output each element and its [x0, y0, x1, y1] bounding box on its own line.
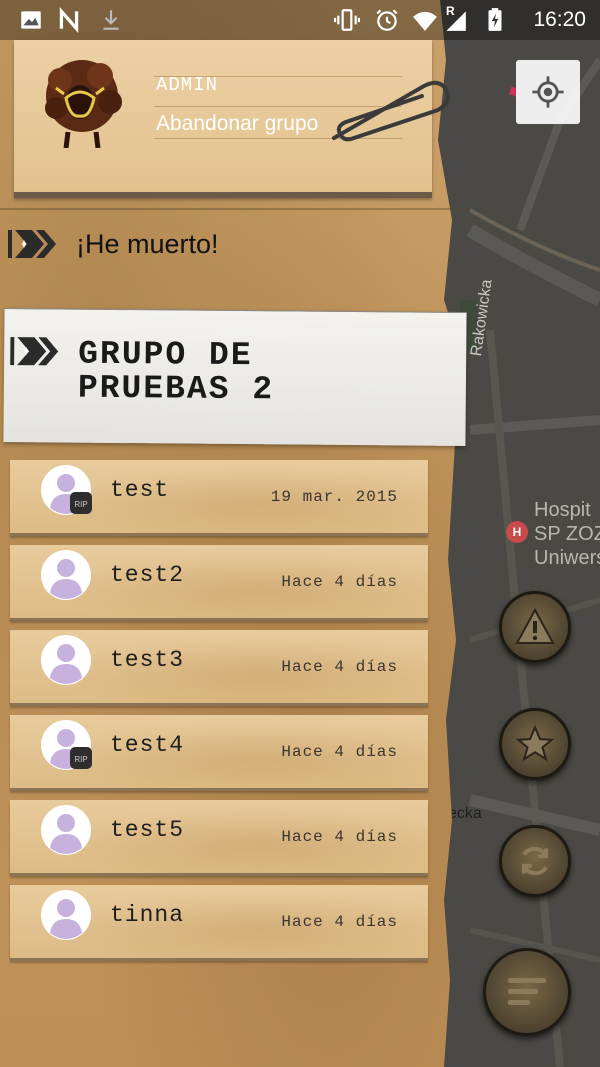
warning-icon [515, 607, 555, 644]
hospital-label-line: Hospit [534, 499, 591, 521]
image-icon [21, 11, 41, 29]
vibrate-icon [334, 9, 360, 31]
member-name: test5 [110, 817, 185, 843]
user-avatar-icon [41, 635, 91, 685]
member-last-seen: 19 mar. 2015 [270, 488, 398, 506]
member-name: test4 [110, 732, 185, 758]
hospital-label-line: SP ZOZ [534, 523, 600, 545]
member-list: RIP test 19 mar. 2015 test2 Hace 4 días test3… [10, 460, 428, 970]
member-row[interactable]: test5 Hace 4 días [10, 800, 428, 876]
n-icon [59, 7, 79, 33]
hospital-pin-icon[interactable]: H [506, 521, 528, 543]
refresh-button[interactable] [499, 825, 571, 897]
star-icon [515, 724, 555, 762]
menu-button[interactable] [483, 948, 571, 1036]
hospital-label: Hospit SP ZOZ Uniwers [534, 498, 600, 570]
refresh-icon [521, 846, 549, 876]
user-avatar-icon [41, 550, 91, 600]
download-icon [103, 10, 119, 30]
hospital-label-line: Uniwers [534, 547, 600, 569]
member-last-seen: Hace 4 días [281, 913, 398, 931]
i-am-dead-button[interactable]: ¡He muerto! [8, 224, 219, 264]
rip-label: RIP [74, 500, 87, 509]
status-time: 16:20 [533, 8, 586, 31]
member-row[interactable]: RIP test 19 mar. 2015 [10, 460, 428, 536]
divider [0, 208, 470, 210]
tag-arrow-icon [8, 230, 56, 258]
user-avatar-icon [41, 890, 91, 940]
list-menu-icon [508, 978, 546, 1005]
member-name: test [110, 477, 170, 503]
user-avatar-icon: RIP [41, 465, 92, 515]
group-title-card: GRUPO DE PRUEBAS 2 [3, 307, 467, 447]
sheep-avatar-icon[interactable] [40, 58, 124, 148]
member-last-seen: Hace 4 días [281, 658, 398, 676]
member-last-seen: Hace 4 días [281, 743, 398, 761]
i-am-dead-label: ¡He muerto! [76, 228, 219, 259]
battery-icon [488, 8, 502, 31]
member-row[interactable]: tinna Hace 4 días [10, 885, 428, 961]
roaming-label: R [446, 4, 455, 18]
member-last-seen: Hace 4 días [281, 828, 398, 846]
alert-button[interactable] [499, 591, 571, 663]
member-name: tinna [110, 902, 185, 928]
user-avatar-icon [41, 805, 91, 855]
member-row[interactable]: test3 Hace 4 días [10, 630, 428, 706]
user-avatar-icon: RIP [41, 720, 92, 770]
group-title: GRUPO DE PRUEBAS 2 [77, 335, 275, 409]
my-location-button[interactable] [516, 60, 580, 124]
member-row[interactable]: RIP test4 Hace 4 días [10, 715, 428, 791]
crosshair-icon [532, 76, 564, 108]
member-last-seen: Hace 4 días [281, 573, 398, 591]
paperclip-icon [332, 80, 450, 142]
leave-group-button[interactable]: Abandonar grupo [156, 112, 318, 136]
profile-header: ADMIN Abandonar grupo [14, 40, 450, 198]
alarm-icon [376, 9, 398, 31]
status-bar: R 16:20 [0, 0, 600, 40]
role-label: ADMIN [156, 74, 219, 96]
rip-label: RIP [74, 755, 87, 764]
tag-arrow-icon [10, 337, 59, 366]
member-name: test2 [110, 562, 185, 588]
wifi-icon [413, 11, 437, 31]
member-name: test3 [110, 647, 185, 673]
favorite-button[interactable] [499, 708, 571, 780]
member-row[interactable]: test2 Hace 4 días [10, 545, 428, 621]
